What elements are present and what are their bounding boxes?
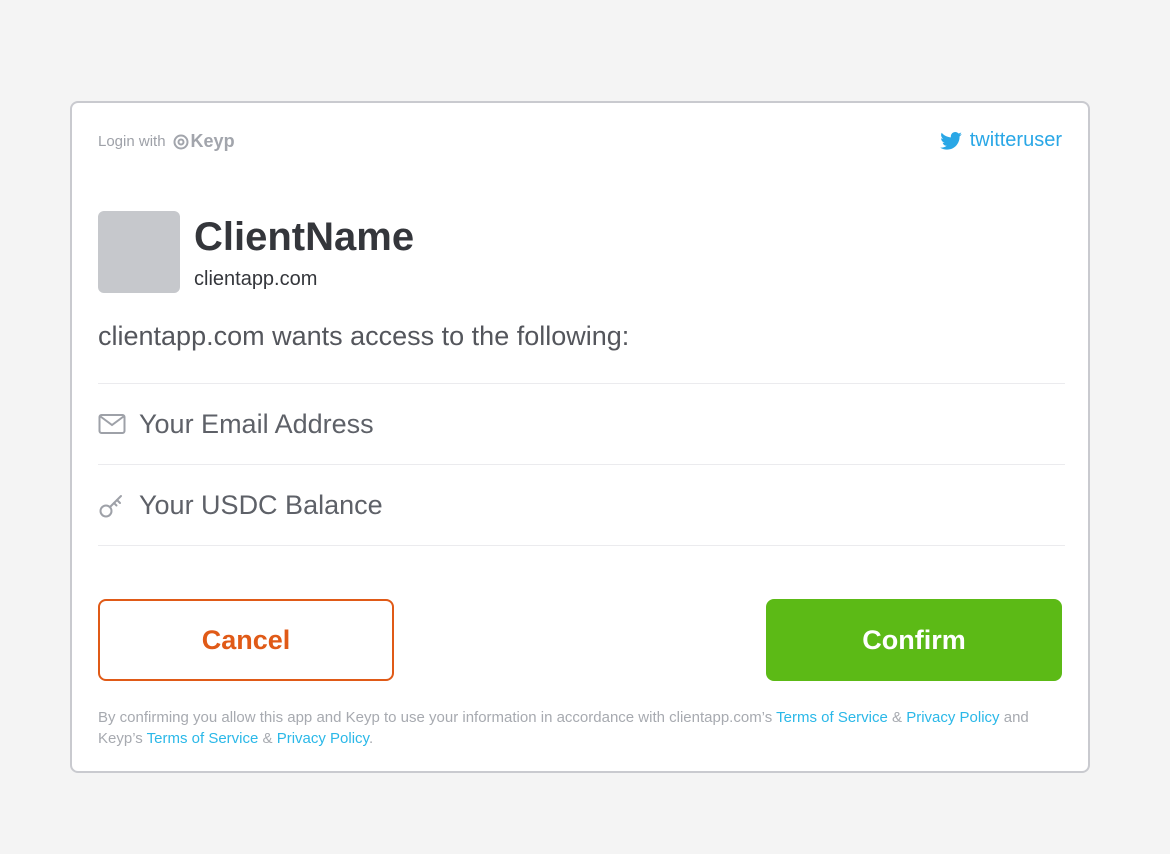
- keyp-logo-icon: [173, 134, 189, 149]
- permission-label: Your Email Address: [139, 408, 374, 439]
- legal-disclaimer: By confirming you allow this app and Key…: [98, 707, 1058, 749]
- twitter-bird-icon: [939, 131, 962, 150]
- access-request-heading: clientapp.com wants access to the follow…: [98, 321, 630, 351]
- keyp-terms-link[interactable]: Terms of Service: [147, 730, 259, 747]
- client-logo-placeholder: [98, 211, 180, 293]
- legal-ampersand: &: [258, 730, 277, 747]
- cancel-button[interactable]: Cancel: [98, 599, 394, 681]
- client-privacy-link[interactable]: Privacy Policy: [906, 709, 999, 726]
- keyp-privacy-link[interactable]: Privacy Policy: [277, 730, 369, 747]
- login-with-label: Login with Keyp: [98, 131, 235, 152]
- client-domain: clientapp.com: [194, 267, 318, 290]
- legal-ampersand: &: [887, 709, 907, 726]
- client-info: ClientName clientapp.com: [194, 214, 414, 291]
- legal-text: .: [368, 730, 374, 747]
- permission-list: Your Email Address Your USDC Balance: [98, 383, 1065, 546]
- permission-usdc-balance: Your USDC Balance: [98, 464, 1065, 546]
- account-username: twitteruser: [969, 129, 1062, 151]
- login-with-text: Login with: [98, 133, 166, 150]
- confirm-button[interactable]: Confirm: [766, 599, 1062, 681]
- client-terms-link[interactable]: Terms of Service: [776, 709, 888, 726]
- keyp-logo: Keyp: [173, 131, 235, 152]
- permission-email: Your Email Address: [98, 383, 1065, 464]
- consent-dialog: Login with Keyp twitteruser ClientName c…: [70, 101, 1090, 773]
- key-icon: [99, 495, 122, 518]
- permission-label: Your USDC Balance: [139, 489, 383, 520]
- connected-account[interactable]: twitteruser: [939, 129, 1062, 152]
- legal-text: By confirming you allow this app and Key…: [98, 709, 777, 726]
- client-name: ClientName: [194, 214, 415, 259]
- envelope-icon: [98, 414, 126, 434]
- client-identity: ClientName clientapp.com: [98, 211, 414, 293]
- keyp-brand-name: Keyp: [190, 131, 235, 151]
